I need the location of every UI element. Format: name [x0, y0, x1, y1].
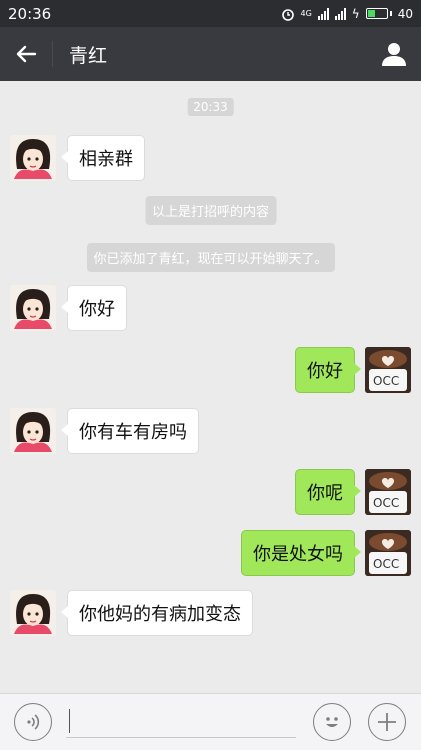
profile-button[interactable] [377, 37, 411, 71]
incoming-message[interactable]: 你有车有房吗 [61, 408, 199, 454]
title-bar: 青红 [0, 27, 421, 81]
network-label: 4G [300, 9, 312, 18]
outgoing-message[interactable]: 你呢 [295, 469, 361, 515]
system-notice: 你已添加了青红，现在可以开始聊天了。 [86, 243, 335, 272]
girl-avatar-icon [14, 139, 52, 179]
person-icon [382, 43, 406, 66]
charging-icon: ϟ [351, 6, 360, 21]
user-avatar[interactable]: OCC [365, 530, 411, 576]
svg-text:OCC: OCC [373, 557, 399, 571]
system-notice: 以上是打招呼的内容 [144, 196, 277, 225]
svg-text:OCC: OCC [373, 496, 399, 510]
incoming-message[interactable]: 相亲群 [61, 135, 145, 181]
emoji-icon [326, 717, 338, 727]
chat-title: 青红 [69, 44, 108, 67]
arrow-left-icon [16, 45, 37, 63]
signal-icon-2 [334, 7, 346, 20]
incoming-message[interactable]: 你好 [61, 285, 127, 331]
contact-avatar[interactable] [10, 590, 56, 636]
status-time: 20:36 [8, 4, 52, 23]
voice-icon [27, 714, 40, 730]
incoming-message[interactable]: 你他妈的有病加变态 [61, 590, 253, 636]
text-cursor [69, 709, 70, 733]
message-row: 你好 OCC [0, 347, 421, 393]
input-bar [0, 693, 421, 750]
coffee-cup-avatar-icon: OCC [365, 469, 411, 515]
contact-avatar[interactable] [10, 408, 56, 454]
voice-button[interactable] [14, 703, 52, 741]
message-row: 你好 [0, 285, 421, 331]
message-row: 你他妈的有病加变态 [0, 590, 421, 636]
message-row: 你有车有房吗 [0, 408, 421, 454]
battery-level: 40 [397, 6, 413, 21]
svg-text:OCC: OCC [373, 374, 399, 388]
timestamp: 20:33 [187, 98, 234, 116]
girl-avatar-icon [14, 412, 52, 452]
more-button[interactable] [368, 703, 406, 741]
signal-icon [317, 7, 329, 20]
plus-icon [378, 713, 396, 731]
alarm-icon [281, 8, 294, 21]
chat-area[interactable]: 20:33 相亲群 以上是打招呼的内容 你已添加了青红，现在可以开始聊天了。 你… [0, 81, 421, 693]
contact-avatar[interactable] [10, 285, 56, 331]
coffee-cup-avatar-icon: OCC [365, 347, 411, 393]
back-button[interactable] [0, 27, 52, 81]
outgoing-message[interactable]: 你是处女吗 [241, 530, 361, 576]
message-input[interactable] [66, 706, 296, 738]
battery-icon [365, 8, 392, 19]
outgoing-message[interactable]: 你好 [295, 347, 361, 393]
nav-divider [52, 41, 53, 67]
message-row: 你呢 OCC [0, 469, 421, 515]
status-indicators: 4G ϟ 40 [281, 6, 413, 21]
user-avatar[interactable]: OCC [365, 469, 411, 515]
coffee-cup-avatar-icon: OCC [365, 530, 411, 576]
status-bar: 20:36 4G ϟ 40 [0, 0, 421, 27]
contact-avatar[interactable] [10, 135, 56, 181]
message-row: 相亲群 [0, 135, 421, 181]
girl-avatar-icon [14, 289, 52, 329]
message-row: 你是处女吗 OCC [0, 530, 421, 576]
emoji-button[interactable] [313, 703, 351, 741]
user-avatar[interactable]: OCC [365, 347, 411, 393]
girl-avatar-icon [14, 594, 52, 634]
